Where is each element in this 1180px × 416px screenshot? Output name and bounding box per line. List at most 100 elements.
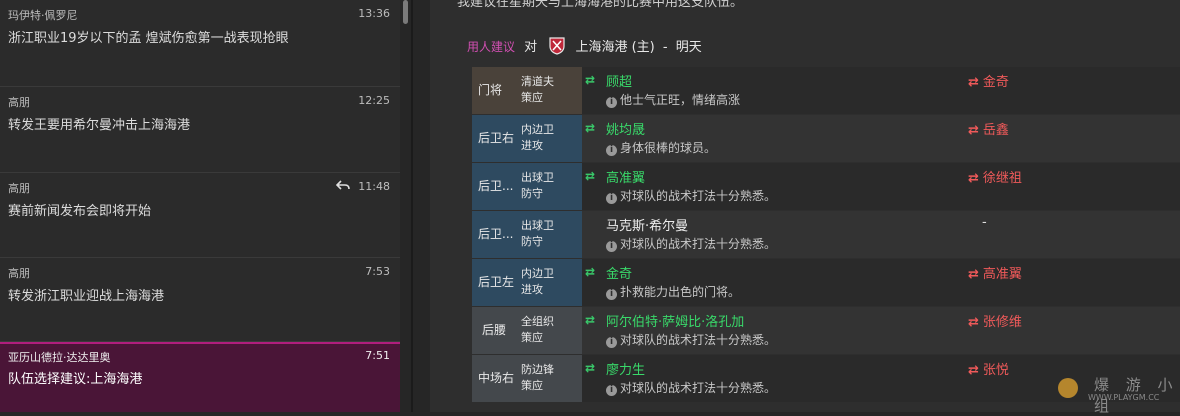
replaced-player: - [982, 215, 987, 230]
inbox-message[interactable]: 玛伊特·佩罗尼 13:36 浙江职业19岁以下的孟 煌斌伤愈第一战表现抢眼 [0, 0, 400, 87]
inbox-panel: 玛伊特·佩罗尼 13:36 浙江职业19岁以下的孟 煌斌伤愈第一战表现抢眼 高朋… [0, 0, 400, 412]
player-note: i 身体很棒的球员。 [606, 139, 716, 156]
role-name: 清道夫 [521, 75, 554, 88]
player-note: i 对球队的战术打法十分熟悉。 [606, 235, 776, 252]
message-sender: 高朋 [8, 96, 30, 109]
info-icon: i [606, 193, 617, 204]
lineup-row[interactable]: 门将 清道夫策应 ⇄ 顾超 i 他士气正旺，情绪高涨 ⇄ 金奇 [472, 67, 1180, 114]
replaced-player[interactable]: ⇄ 徐继祖 [968, 167, 1022, 186]
player-name[interactable]: 廖力生 [606, 359, 645, 378]
duty-name: 防守 [521, 187, 543, 200]
position-cell: 中场右 防边锋 策应 [472, 355, 582, 402]
swap-in-icon: ⇄ [585, 265, 596, 279]
player-cell: ⇄ 姚均晟 i 身体很棒的球员。 ⇄ 岳鑫 [582, 115, 1180, 162]
duty-name: 策应 [521, 91, 543, 104]
duty-name: 进攻 [521, 139, 543, 152]
lineup-row[interactable]: 后卫左 内边卫进攻 ⇄ 金奇 i 扑救能力出色的门将。 ⇄ 高准翼 [472, 259, 1180, 306]
note-text: 扑救能力出色的门将。 [620, 285, 741, 299]
message-sender: 玛伊特·佩罗尼 [8, 9, 78, 22]
player-note: i 他士气正旺，情绪高涨 [606, 91, 740, 108]
opponent-crest-icon[interactable] [549, 37, 565, 59]
duty-name: 防守 [521, 235, 543, 248]
suggestion-label: 用人建议 [467, 40, 516, 54]
swap-in-icon: ⇄ [585, 313, 596, 327]
position-cell: 后卫左 内边卫进攻 [472, 259, 582, 306]
swap-out-icon: ⇄ [968, 123, 979, 138]
suggestion-header: 用人建议 对 上海海港 (主) - 明天 [467, 36, 702, 59]
inbox-message-selected[interactable]: 亚历山德拉·达达里奥 7:51 队伍选择建议:上海海港 [0, 342, 400, 412]
message-subject: 转发王要用希尔曼冲击上海海港 [8, 118, 191, 133]
position-label: 门将 [478, 83, 503, 97]
message-time: 7:51 [365, 349, 390, 362]
role-label: 内边卫 进攻 [521, 266, 554, 298]
lineup-row[interactable]: 后卫... 出球卫防守 马克斯·希尔曼 i 对球队的战术打法十分熟悉。 - [472, 211, 1180, 258]
duty-name: 进攻 [521, 283, 543, 296]
replaced-name: 徐继祖 [982, 171, 1022, 186]
position-cell: 后卫... 出球卫 防守 [472, 163, 582, 210]
note-text: 对球队的战术打法十分熟悉。 [620, 333, 777, 347]
inbox-scrollbar[interactable] [403, 0, 408, 24]
lion-logo-icon [1058, 378, 1078, 398]
player-cell: ⇄ 阿尔伯特·萨姆比·洛孔加 i 对球队的战术打法十分熟悉。 ⇄ 张修维 [582, 307, 1180, 354]
lineup-row[interactable]: 后卫右 内边卫 进攻 ⇄ 姚均晟 i 身体很棒的球员。 ⇄ 岳鑫 [472, 115, 1180, 162]
player-cell: 马克斯·希尔曼 i 对球队的战术打法十分熟悉。 - [582, 211, 1180, 258]
player-cell: ⇄ 顾超 i 他士气正旺，情绪高涨 ⇄ 金奇 [582, 67, 1180, 114]
player-name[interactable]: 高准翼 [606, 167, 645, 186]
player-name[interactable]: 阿尔伯特·萨姆比·洛孔加 [606, 311, 744, 330]
player-name[interactable]: 姚均晟 [606, 119, 645, 138]
replaced-name: 高准翼 [982, 267, 1022, 282]
replaced-player[interactable]: ⇄ 岳鑫 [968, 119, 1009, 138]
role-label: 内边卫 进攻 [521, 122, 554, 154]
swap-out-icon: ⇄ [968, 171, 979, 186]
inbox-message[interactable]: 高朋 7:53 转发浙江职业迎战上海海港 [0, 258, 400, 342]
role-name: 防边锋 [521, 363, 554, 376]
inbox-message[interactable]: 高朋 11:48 赛前新闻发布会即将开始 [0, 173, 400, 258]
inbox-message[interactable]: 高朋 12:25 转发王要用希尔曼冲击上海海港 [0, 87, 400, 173]
site-watermark: 爆 游 小 组 WWW.PLAYGM.CC [1052, 372, 1180, 415]
message-sender: 亚历山德拉·达达里奥 [8, 351, 111, 364]
info-icon: i [606, 97, 617, 108]
replaced-player[interactable]: ⇄ 张修维 [968, 311, 1022, 330]
info-icon: i [606, 337, 617, 348]
swap-in-icon: ⇄ [585, 121, 596, 135]
note-text: 对球队的战术打法十分熟悉。 [620, 237, 777, 251]
player-note: i 扑救能力出色的门将。 [606, 283, 740, 300]
replaced-name: 张悦 [982, 363, 1009, 378]
position-label: 后腰 [482, 323, 507, 337]
player-name[interactable]: 顾超 [606, 71, 632, 90]
swap-in-icon: ⇄ [585, 73, 596, 87]
message-time: 11:48 [358, 180, 390, 193]
position-cell: 后卫... 出球卫防守 [472, 211, 582, 258]
info-icon: i [606, 289, 617, 300]
player-cell: ⇄ 高准翼 i 对球队的战术打法十分熟悉。 ⇄ 徐继祖 [582, 163, 1180, 210]
lineup-row[interactable]: 后腰 全组织 策应 ⇄ 阿尔伯特·萨姆比·洛孔加 i 对球队的战术打法十分熟悉。 ⇄… [472, 307, 1180, 354]
player-note: i 对球队的战术打法十分熟悉。 [606, 187, 776, 204]
note-text: 对球队的战术打法十分熟悉。 [620, 381, 777, 395]
position-cell: 后卫右 内边卫 进攻 [472, 115, 582, 162]
replaced-player[interactable]: ⇄ 高准翼 [968, 263, 1022, 282]
info-icon: i [606, 145, 617, 156]
position-label: 中场右 [478, 371, 515, 385]
position-cell: 门将 清道夫策应 [472, 67, 582, 114]
role-name: 全组织 [521, 315, 554, 328]
separator: - [662, 40, 668, 55]
role-name: 出球卫 [521, 219, 554, 232]
replaced-name: 金奇 [982, 75, 1009, 90]
message-time: 7:53 [365, 265, 390, 278]
role-name: 内边卫 [521, 267, 554, 280]
player-name[interactable]: 马克斯·希尔曼 [606, 215, 688, 234]
player-name[interactable]: 金奇 [606, 263, 632, 282]
match-day: 明天 [675, 40, 702, 55]
replied-icon [335, 179, 350, 193]
position-label: 后卫左 [478, 275, 515, 289]
player-note: i 对球队的战术打法十分熟悉。 [606, 379, 776, 396]
lineup-row[interactable]: 后卫... 出球卫 防守 ⇄ 高准翼 i 对球队的战术打法十分熟悉。 ⇄ 徐继祖 [472, 163, 1180, 210]
message-subject: 赛前新闻发布会即将开始 [8, 204, 152, 219]
replaced-player[interactable]: ⇄ 金奇 [968, 71, 1009, 90]
versus-label: 对 [524, 40, 538, 55]
replaced-player[interactable]: ⇄ 张悦 [968, 359, 1009, 378]
message-detail: 我建议在星期天与上海海港的比赛中用这支队伍。 用人建议 对 上海海港 (主) -… [430, 0, 1180, 412]
opponent-name[interactable]: 上海海港 (主) [575, 40, 654, 55]
position-label: 后卫... [478, 227, 514, 241]
note-text: 对球队的战术打法十分熟悉。 [620, 189, 777, 203]
